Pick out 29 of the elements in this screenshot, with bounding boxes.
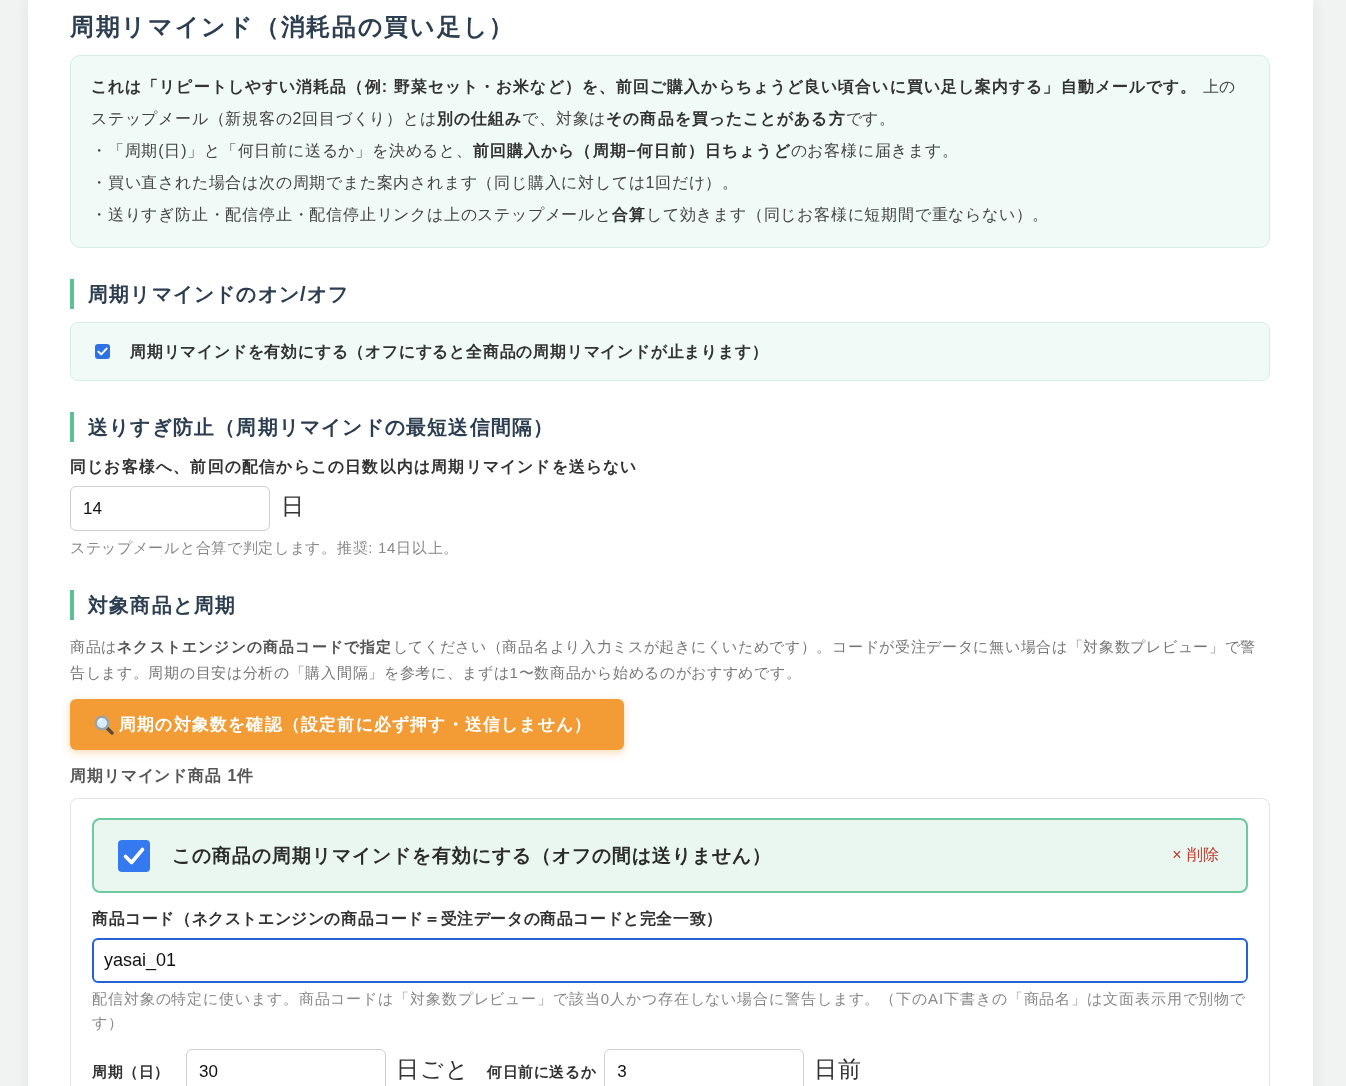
section-heading: 送りすぎ防止（周期リマインドの最短送信間隔） xyxy=(70,412,1270,442)
count-label: 周期リマインド商品 1件 xyxy=(70,766,256,786)
delete-button[interactable]: × 削除 xyxy=(1172,845,1220,866)
description-text: 商品はネクストエンジンの商品コードで指定してください（商品名より入力ミスが起きにくいためです）。コードが受注データに無い場合は「対象数プレビュー」で警告します。周期の目安は分析の「購入間隔」を参考に、まずは1〜数商品から始めるのがおすすめです。 xyxy=(70,637,1257,683)
checkbox[interactable] xyxy=(118,839,150,872)
unit-label: 日 xyxy=(281,491,305,521)
checkbox-label: この商品の周期リマインドを有効にする（オフの間は送りません） xyxy=(172,843,772,868)
page-title: 周期リマインド（消耗品の買い足し） xyxy=(70,12,516,42)
search-icon xyxy=(94,714,114,735)
hint-text: ステップメールと合算で判定します。推奨: 14日以上。 xyxy=(70,538,460,558)
offset-field[interactable]: 3 xyxy=(604,1049,805,1086)
field-label: 同じお客様へ、前回の配信からこの日数以内は周期リマインドを送らない xyxy=(70,457,639,478)
checkbox-label: 周期リマインドを有効にする（オフにすると全商品の周期リマインドが止まります） xyxy=(130,342,769,362)
cycle-field[interactable]: 30 xyxy=(186,1049,386,1086)
hint-text: 配信対象の特定に使います。商品コードは「対象数プレビュー」で該当0人かつ存在しない場合に警告します。（下のAI下書きの「商品名」は文面表示用で別物です） xyxy=(92,989,1248,1033)
bullet-text: ・「周期(日)」と「何日前に送るか」を決めると、前回購入から（周期–何日前）日ちょうどのお客様に届きます。 xyxy=(91,141,960,162)
code-field[interactable]: yasai_01 xyxy=(92,938,1248,983)
section-heading: 周期リマインドのオン/オフ xyxy=(70,279,1270,309)
unit-label: 日ごと xyxy=(396,1054,470,1084)
section-heading: 対象商品と周期 xyxy=(70,590,1270,620)
unit-label: 日前 xyxy=(814,1054,863,1084)
intro-text: これは「リピートしやすい消耗品（例: 野菜セット・お米など）を、前回ご購入からちょうど良い頃合いに買い足し案内する」自動メールです。 上のステップメール（新規客の2回目づくり）とは別の仕組みで、対象はその商品を買ったことがある方です。 xyxy=(91,77,1238,129)
field-label: 何日前に送るか xyxy=(487,1061,597,1082)
field-label: 周期（日） xyxy=(92,1061,170,1082)
field-label: 商品コード（ネクストエンジンの商品コード＝受注データの商品コードと完全一致） xyxy=(92,909,724,929)
checkbox[interactable] xyxy=(95,344,110,359)
bullet-text: ・送りすぎ防止・配信停止・配信停止リンクは上のステップメールと合算して効きます（同じお客様に短期間で重ならない）。 xyxy=(91,205,1051,225)
days-field[interactable]: 14 xyxy=(70,486,270,531)
bullet-text: ・買い直された場合は次の周期でまた案内されます（同じ購入に対しては1回だけ）。 xyxy=(91,173,741,193)
